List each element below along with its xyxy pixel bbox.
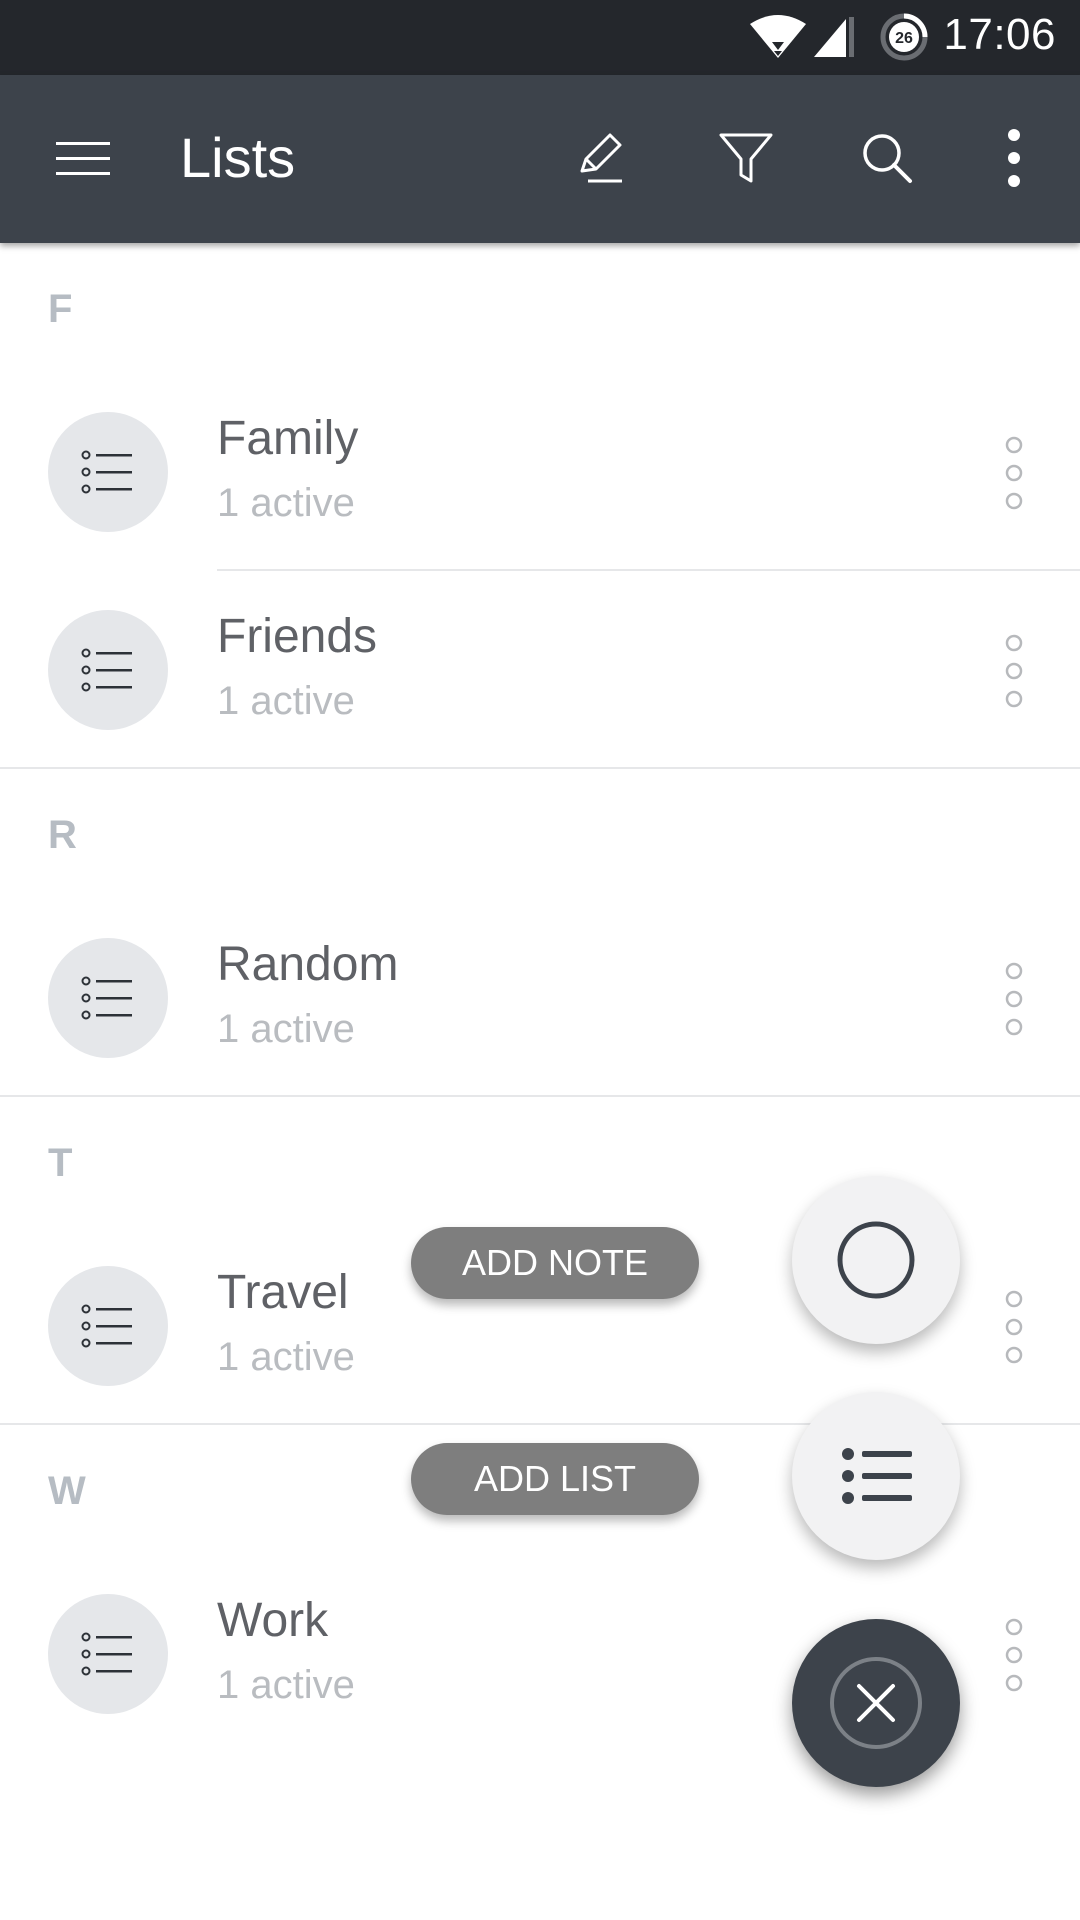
list-item-subtitle: 1 active [217,1663,355,1707]
more-options-icon[interactable] [998,961,1030,1037]
list-icon [81,976,132,1020]
page-title: Lists [180,126,296,189]
close-icon [830,1657,922,1749]
close-fab-button[interactable] [792,1619,960,1787]
search-icon[interactable] [856,127,918,189]
circle-icon [837,1221,915,1299]
section-header-f: F [0,243,1080,373]
signal-icon [814,17,854,57]
list-avatar [48,610,168,730]
list-item-family[interactable]: Family 1 active [0,373,1080,569]
more-options-icon[interactable] [998,633,1030,709]
add-list-button[interactable] [792,1392,960,1560]
list-item-title: Friends [217,610,378,663]
list-item-title: Random [217,938,399,991]
battery-level-text: 26 [895,30,913,47]
filter-icon[interactable] [715,127,777,189]
list-item-subtitle: 1 active [217,481,355,525]
list-item-title: Work [217,1594,329,1647]
add-list-label[interactable]: ADD LIST [411,1443,699,1515]
list-avatar [48,1266,168,1386]
more-options-icon[interactable] [998,1289,1030,1365]
more-options-icon[interactable] [998,435,1030,511]
list-item-random[interactable]: Random 1 active [0,899,1080,1095]
battery-icon: 26 [880,13,928,61]
list-avatar [48,938,168,1058]
list-item-friends[interactable]: Friends 1 active [0,571,1080,767]
status-time: 17:06 [943,10,1056,59]
wifi-icon [750,15,806,58]
list-item-subtitle: 1 active [217,679,355,723]
list-item-subtitle: 1 active [217,1007,355,1051]
status-bar: 26 17:06 [0,0,1080,75]
add-note-label[interactable]: ADD NOTE [411,1227,699,1299]
menu-icon[interactable] [50,130,116,186]
list-item-title: Travel [217,1266,349,1319]
list-icon [81,648,132,692]
list-avatar [48,412,168,532]
section-letter: T [48,1141,73,1185]
list-icon [842,1448,912,1504]
section-letter: W [48,1469,86,1513]
section-letter: F [48,287,73,331]
edit-icon[interactable] [568,127,630,189]
list-item-subtitle: 1 active [217,1335,355,1379]
add-note-button[interactable] [792,1176,960,1344]
section-letter: R [48,813,77,857]
list-icon [81,450,132,494]
app-bar: Lists [0,75,1080,243]
list-item-title: Family [217,412,359,465]
list-icon [81,1632,132,1676]
section-header-r: R [0,769,1080,899]
more-options-icon[interactable] [998,1617,1030,1693]
list-avatar [48,1594,168,1714]
list-icon [81,1304,132,1348]
overflow-icon[interactable] [994,127,1034,189]
